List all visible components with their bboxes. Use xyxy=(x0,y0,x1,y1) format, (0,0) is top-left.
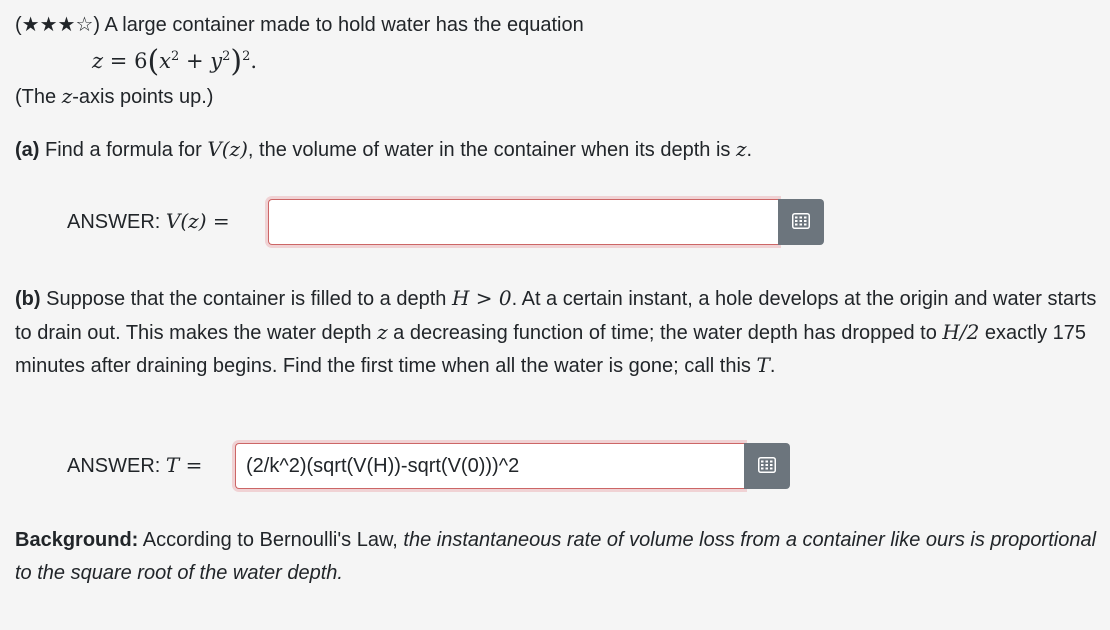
answer-b-input[interactable] xyxy=(235,443,744,489)
math-editor-button-b[interactable] xyxy=(744,443,790,489)
background-note: Background: According to Bernoulli's Law… xyxy=(15,529,1097,584)
problem-intro: (★★★☆) A large container made to hold wa… xyxy=(15,12,584,37)
part-b-question: (b) Suppose that the container is filled… xyxy=(15,286,1097,377)
intro-text: A large container made to hold water has… xyxy=(104,14,584,36)
answer-b-label: ANSWER: T = xyxy=(67,453,203,477)
container-equation: z = 6(x2 + y2)2. xyxy=(92,44,258,79)
answer-b-group xyxy=(235,443,790,489)
answer-a-label: ANSWER: V(z) = xyxy=(67,209,230,233)
axis-note: (The z-axis points up.) xyxy=(15,84,214,108)
grid-keyboard-icon xyxy=(758,456,776,476)
answer-a-group xyxy=(268,199,824,245)
answer-a-input[interactable] xyxy=(268,199,778,245)
difficulty-rating: (★★★☆) xyxy=(15,14,101,36)
part-a-question: (a) Find a formula for V(z), the volume … xyxy=(15,137,753,161)
math-editor-button-a[interactable] xyxy=(778,199,824,245)
grid-keyboard-icon xyxy=(792,212,810,232)
